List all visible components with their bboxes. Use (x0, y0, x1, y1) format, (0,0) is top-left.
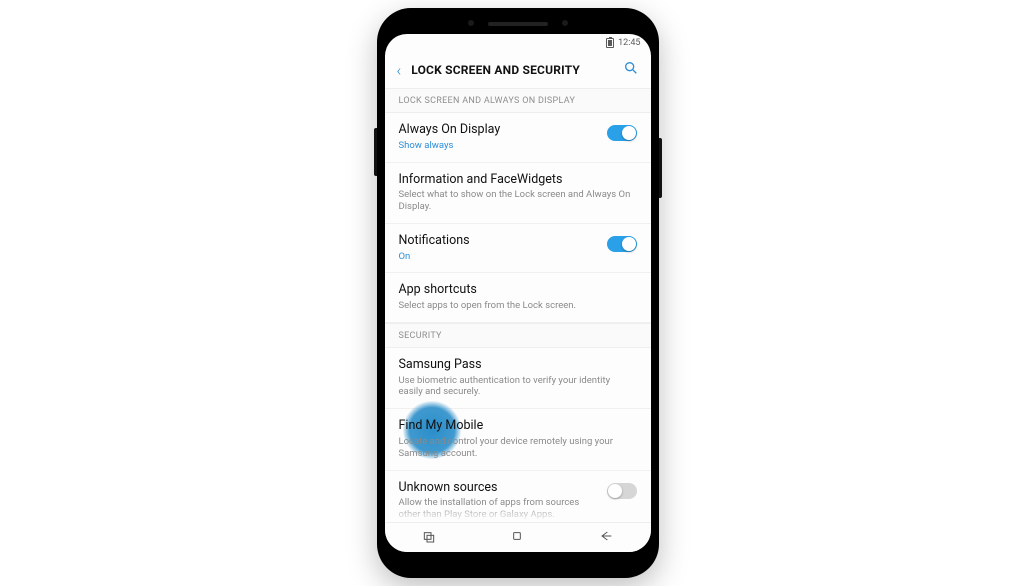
search-button[interactable] (623, 60, 639, 80)
phone-speaker (488, 22, 548, 26)
row-subtitle: Allow the installation of apps from sour… (399, 497, 599, 521)
row-title: App shortcuts (399, 282, 637, 298)
section-header-display: LOCK SCREEN AND ALWAYS ON DISPLAY (385, 88, 651, 113)
battery-icon (606, 38, 614, 48)
row-subtitle: On (399, 251, 599, 263)
row-title: Always On Display (399, 122, 599, 138)
row-always-on-display[interactable]: Always On Display Show always (385, 113, 651, 163)
row-subtitle: Locate and control your device remotely … (399, 436, 637, 460)
row-unknown-sources[interactable]: Unknown sources Allow the installation o… (385, 471, 651, 522)
row-samsung-pass[interactable]: Samsung Pass Use biometric authenticatio… (385, 348, 651, 409)
search-icon (623, 60, 639, 76)
back-icon (598, 528, 614, 544)
section-header-security: SECURITY (385, 323, 651, 348)
row-title: Notifications (399, 233, 599, 249)
nav-bar (385, 522, 651, 552)
row-find-my-mobile[interactable]: Find My Mobile Locate and control your d… (385, 409, 651, 470)
status-bar: 12:45 (385, 34, 651, 52)
page-title: LOCK SCREEN AND SECURITY (411, 63, 612, 77)
toggle-unknown-sources[interactable] (607, 483, 637, 499)
settings-list[interactable]: LOCK SCREEN AND ALWAYS ON DISPLAY Always… (385, 88, 651, 522)
back-nav-button[interactable] (598, 528, 614, 548)
back-button[interactable]: ‹ (397, 61, 402, 80)
front-sensor (468, 20, 474, 26)
row-title: Find My Mobile (399, 418, 637, 434)
title-bar: ‹ LOCK SCREEN AND SECURITY (385, 52, 651, 88)
row-subtitle: Show always (399, 140, 599, 152)
front-camera (562, 20, 568, 26)
row-information-facewidgets[interactable]: Information and FaceWidgets Select what … (385, 163, 651, 224)
row-subtitle: Select what to show on the Lock screen a… (399, 189, 637, 213)
row-notifications[interactable]: Notifications On (385, 224, 651, 274)
row-title: Samsung Pass (399, 357, 637, 373)
toggle-always-on-display[interactable] (607, 125, 637, 141)
row-title: Information and FaceWidgets (399, 172, 637, 188)
phone-frame: 12:45 ‹ LOCK SCREEN AND SECURITY LOCK SC… (377, 8, 659, 578)
home-button[interactable] (509, 528, 525, 548)
row-app-shortcuts[interactable]: App shortcuts Select apps to open from t… (385, 273, 651, 323)
row-subtitle: Use biometric authentication to verify y… (399, 375, 637, 399)
screen: 12:45 ‹ LOCK SCREEN AND SECURITY LOCK SC… (385, 34, 651, 552)
recents-button[interactable] (421, 528, 437, 548)
home-icon (509, 528, 525, 544)
row-title: Unknown sources (399, 480, 599, 496)
recents-icon (421, 528, 437, 544)
toggle-notifications[interactable] (607, 236, 637, 252)
row-subtitle: Select apps to open from the Lock screen… (399, 300, 637, 312)
status-time: 12:45 (618, 38, 640, 48)
